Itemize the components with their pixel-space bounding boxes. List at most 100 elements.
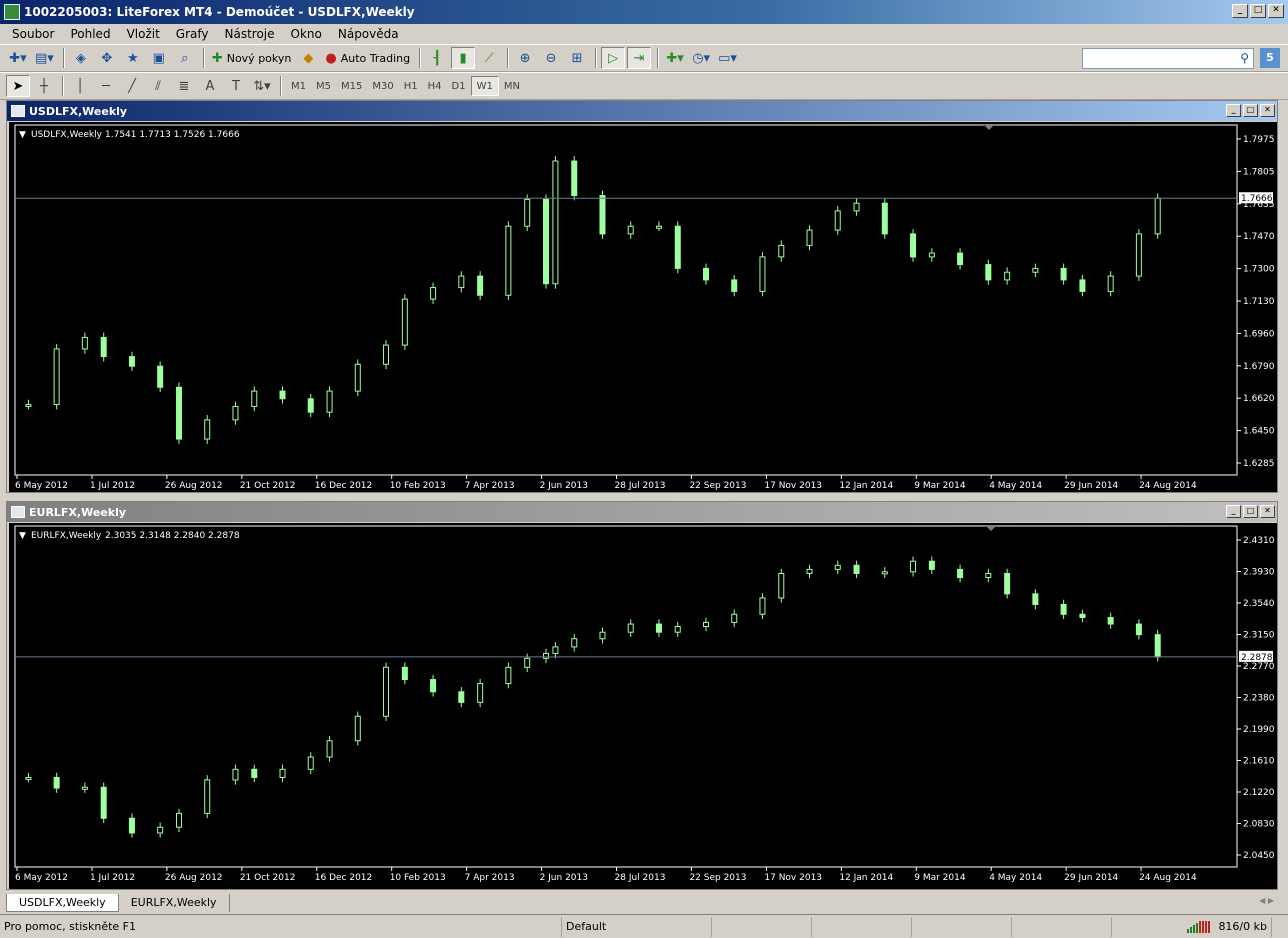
- candle-body: [524, 657, 531, 668]
- tester-icon: ⌕: [181, 50, 189, 66]
- candle-body: [157, 826, 164, 834]
- cursor-icon: ➤: [12, 78, 24, 94]
- candlestick-button[interactable]: ▮: [451, 47, 476, 69]
- date-label: 16 Dec 2012: [315, 481, 373, 491]
- menu-okno[interactable]: Okno: [283, 27, 330, 41]
- chart-shift-icon: ⇥: [633, 50, 645, 66]
- templates-icon: ▭▾: [718, 50, 737, 66]
- toolbar-separator: [507, 48, 510, 68]
- tab-usdlfx[interactable]: USDLFX,Weekly: [6, 894, 119, 912]
- candle-body: [175, 386, 182, 440]
- timeframe-m30[interactable]: M30: [367, 76, 398, 96]
- auto-trading-button[interactable]: ● Auto Trading: [322, 47, 413, 69]
- crosshair-button[interactable]: ┼: [32, 75, 56, 97]
- date-label: 10 Feb 2013: [390, 481, 446, 491]
- minimize-button[interactable]: _: [1232, 4, 1248, 18]
- fibonacci-button[interactable]: ≣: [172, 75, 196, 97]
- tab-eurlfx[interactable]: EURLFX,Weekly: [119, 894, 230, 912]
- candle-body: [1135, 623, 1142, 636]
- status-connection[interactable]: 816/0 kb: [1112, 916, 1272, 937]
- timeframe-d1[interactable]: D1: [447, 76, 471, 96]
- data-window-button[interactable]: ★: [121, 47, 145, 69]
- new-chart-button[interactable]: ✚▾: [6, 47, 30, 69]
- meta-editor-icon: ◆: [303, 50, 314, 66]
- candle-body: [702, 267, 709, 281]
- menu-grafy[interactable]: Grafy: [168, 27, 217, 41]
- chart-shift-button[interactable]: ⇥: [627, 47, 652, 69]
- zoom-out-button[interactable]: ⊖: [539, 47, 563, 69]
- auto-scroll-button[interactable]: ▷: [601, 47, 626, 69]
- tab-scroll-arrows[interactable]: ◀ ▶: [1259, 896, 1274, 905]
- text-button[interactable]: A: [198, 75, 222, 97]
- chart-minimize-button[interactable]: _: [1226, 104, 1241, 117]
- equidistant-channel-button[interactable]: ⫽: [146, 75, 170, 97]
- candle-body: [571, 638, 578, 648]
- arrows-button[interactable]: ⇅▾: [250, 75, 274, 97]
- chart-window-eurlfx[interactable]: EURLFX,Weekly _ □ ✕ 2.4310 2.3930 2.3540 2.…: [6, 501, 1278, 890]
- status-empty-1: [712, 916, 812, 937]
- text-label-button[interactable]: T: [224, 75, 248, 97]
- bar-chart-button[interactable]: ┨: [425, 47, 449, 69]
- line-chart-button[interactable]: ⟋: [477, 47, 501, 69]
- candle-body: [834, 210, 841, 231]
- tile-windows-button[interactable]: ⊞: [565, 47, 589, 69]
- close-button[interactable]: ✕: [1268, 4, 1284, 18]
- menu-nastroje[interactable]: Nástroje: [217, 27, 283, 41]
- chart-minimize-button[interactable]: _: [1226, 505, 1241, 518]
- price-chart[interactable]: 1.79751.78051.76351.74701.73001.71301.69…: [9, 122, 1277, 492]
- toolbar-separator: [62, 76, 64, 96]
- timeframe-m1[interactable]: M1: [286, 76, 311, 96]
- price-label: 2.1220: [1243, 788, 1275, 798]
- navigator-button[interactable]: ✥: [95, 47, 119, 69]
- timeframe-w1[interactable]: W1: [470, 76, 499, 96]
- timeframe-m15[interactable]: M15: [336, 76, 367, 96]
- candle-body: [759, 256, 766, 292]
- chart-close-button[interactable]: ✕: [1260, 104, 1275, 117]
- candle-body: [571, 160, 578, 197]
- menu-vlozit[interactable]: Vložit: [119, 27, 168, 41]
- timeframe-m5[interactable]: M5: [311, 76, 336, 96]
- tester-button[interactable]: ⌕: [173, 47, 197, 69]
- periods-button[interactable]: ◷▾: [689, 47, 713, 69]
- zoom-in-button[interactable]: ⊕: [513, 47, 537, 69]
- chart-close-button[interactable]: ✕: [1260, 505, 1275, 518]
- market-watch-button[interactable]: ◈: [69, 47, 93, 69]
- menu-soubor[interactable]: Soubor: [4, 27, 62, 41]
- status-profile: Default: [562, 916, 712, 937]
- price-label: 2.3540: [1243, 599, 1275, 609]
- chart-window-usdlfx[interactable]: USDLFX,Weekly _ □ ✕ 1.7975 1.7805 1.7635 1.…: [6, 100, 1278, 493]
- timeframe-h1[interactable]: H1: [399, 76, 423, 96]
- templates-button[interactable]: ▭▾: [715, 47, 740, 69]
- search-input[interactable]: [1083, 49, 1233, 68]
- profiles-button[interactable]: ▤▾: [32, 47, 57, 69]
- vertical-line-button[interactable]: │: [68, 75, 92, 97]
- timeframe-mn[interactable]: MN: [499, 76, 525, 96]
- chart-maximize-button[interactable]: □: [1243, 505, 1258, 518]
- horizontal-line-button[interactable]: ─: [94, 75, 118, 97]
- candle-body: [778, 244, 785, 258]
- menu-pohled[interactable]: Pohled: [62, 27, 118, 41]
- terminal-button[interactable]: ▣: [147, 47, 171, 69]
- chart-maximize-button[interactable]: □: [1243, 104, 1258, 117]
- indicators-button[interactable]: ✚▾: [663, 47, 687, 69]
- search-icon[interactable]: ⚲: [1240, 51, 1249, 65]
- search-box: ⚲: [1082, 48, 1254, 69]
- timeframe-h4[interactable]: H4: [423, 76, 447, 96]
- price-chart[interactable]: 2.4310 2.3930 2.3540 2.3150 2.2770 2.2380 2.19…: [9, 523, 1277, 889]
- trendline-button[interactable]: ╱: [120, 75, 144, 97]
- info-arrow-icon[interactable]: ▼: [19, 130, 26, 140]
- maximize-button[interactable]: □: [1250, 4, 1266, 18]
- community-badge[interactable]: 5: [1260, 48, 1280, 68]
- chart-area[interactable]: 1.7975 1.7805 1.7635 1.7470 1.7300 1.7130 1.69…: [9, 122, 1277, 495]
- chart-area[interactable]: 2.4310 2.3930 2.3540 2.3150 2.2770 2.2380 2.19…: [9, 523, 1277, 892]
- price-label: 1.6790: [1243, 362, 1275, 372]
- cursor-button[interactable]: ➤: [6, 75, 30, 97]
- current-price-tag: 2.2878: [1239, 650, 1273, 663]
- menu-napoveda[interactable]: Nápověda: [330, 27, 407, 41]
- text-label-icon: T: [232, 78, 240, 94]
- candle-body: [401, 666, 408, 681]
- meta-editor-button[interactable]: ◆: [296, 47, 320, 69]
- new-order-button[interactable]: ✚ Nový pokyn: [209, 47, 295, 69]
- info-arrow-icon[interactable]: ▼: [19, 531, 26, 541]
- new-order-label: Nový pokyn: [226, 51, 292, 65]
